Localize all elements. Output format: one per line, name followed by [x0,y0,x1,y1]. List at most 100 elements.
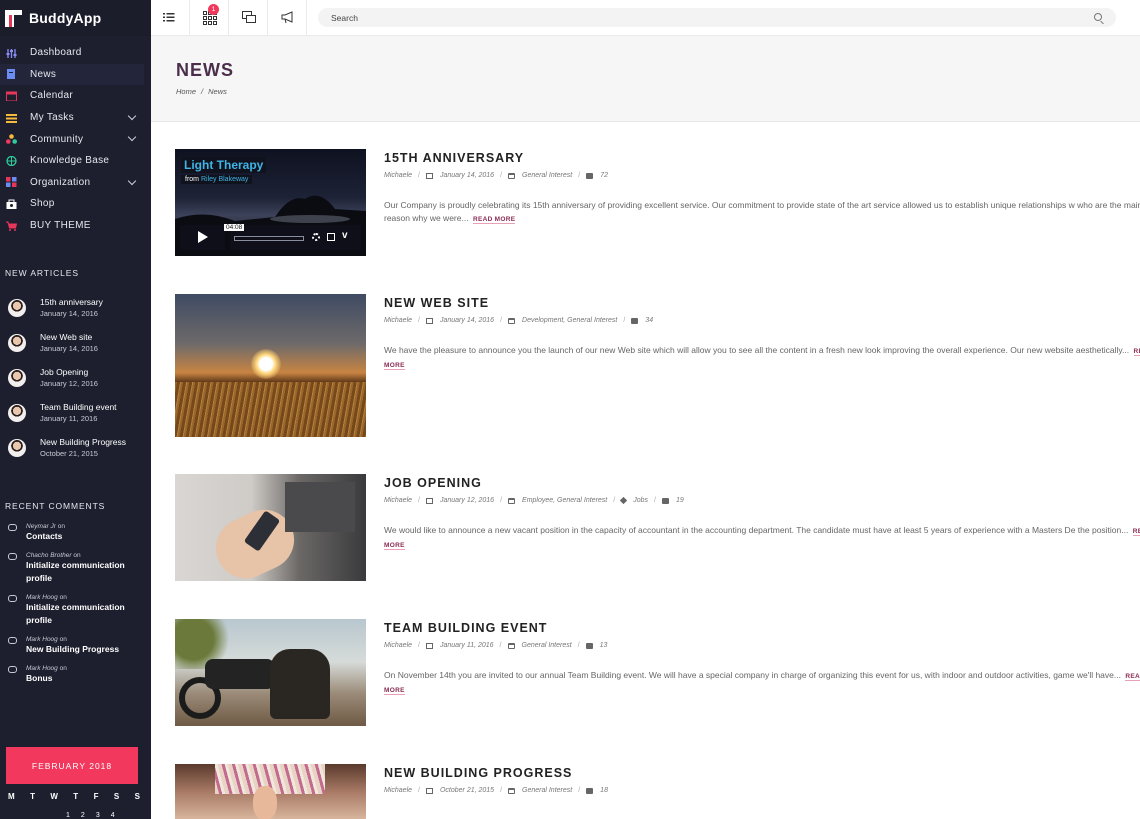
calendar-day[interactable]: 1 [66,812,70,819]
comment-post-link[interactable]: Initialize communication profile [26,559,151,585]
new-article-item[interactable]: Job Opening January 12, 2016 [0,360,151,395]
calendar-day[interactable]: 2 [81,812,85,819]
sidebar-item-dashboard[interactable]: Dashboard [0,42,151,64]
post-categories[interactable]: General Interest [522,172,572,179]
calendar-days: 1 2 3 4 [66,812,115,819]
sidebar-item-knowledge-base[interactable]: Knowledge Base [0,150,151,172]
recent-comment-item: Chacho Brother on Initialize communicatio… [0,552,151,585]
video-author[interactable]: Riley Blakeway [201,176,248,183]
article-title[interactable]: New Building Progress [40,437,126,448]
post-thumbnail[interactable] [175,294,366,437]
sidebar-item-community[interactable]: Community [0,128,151,150]
folder-icon [508,787,516,794]
article-date: January 14, 2016 [40,343,98,353]
calendar-day[interactable]: 4 [111,812,115,819]
new-article-item[interactable]: New Building Progress October 21, 2015 [0,430,151,465]
app-name: BuddyApp [29,10,102,26]
post-title[interactable]: 15TH ANNIVERSARY [384,151,1140,165]
search-icon[interactable] [1094,13,1102,21]
post-title[interactable]: JOB OPENING [384,476,1140,490]
comment-post-link[interactable]: New Building Progress [26,643,151,656]
post-comment-count[interactable]: 13 [600,642,608,649]
article-title[interactable]: Job Opening [40,367,98,378]
video-player[interactable]: Light Therapy from Riley Blakeway 04:08 … [175,149,366,256]
comment-author[interactable]: Mark Hoog [26,636,58,643]
calendar-weekdays: MTWTFSS [8,792,140,801]
chevron-down-icon[interactable] [127,176,137,185]
post-title[interactable]: NEW BUILDING PROGRESS [384,766,1140,780]
post-comment-count[interactable]: 19 [676,497,684,504]
comment-bubble-icon [8,637,17,645]
post-author[interactable]: Michaele [384,317,412,324]
calendar-day[interactable]: 3 [96,812,100,819]
sidebar-item-organization[interactable]: Organization [0,172,151,194]
post-categories[interactable]: Employee, General Interest [522,497,607,504]
post-author[interactable]: Michaele [384,642,412,649]
post-thumbnail[interactable] [175,474,366,581]
read-more-link[interactable]: READ MORE [472,216,516,224]
comment-author[interactable]: Mark Hoog [26,594,58,601]
play-button[interactable] [180,225,225,250]
brand[interactable]: BuddyApp [0,0,151,36]
post-comment-count[interactable]: 34 [645,317,653,324]
comment-post-link[interactable]: Initialize communication profile [26,601,151,627]
new-article-item[interactable]: New Web site January 14, 2016 [0,325,151,360]
sidebar-item-label: Organization [30,176,91,188]
comment-author[interactable]: Mark Hoog [26,665,58,672]
comment-post-link[interactable]: Contacts [26,530,151,543]
post-categories[interactable]: Development, General Interest [522,317,617,324]
post-meta: Michaele / January 12, 2016 / Employee, … [384,496,684,505]
video-progress-bar[interactable] [234,236,304,241]
calendar-month-button[interactable]: FEBRUARY 2018 [6,747,138,784]
new-article-item[interactable]: 15th anniversary January 14, 2016 [0,290,151,325]
sidebar-item-calendar[interactable]: Calendar [0,85,151,107]
comment-on: on [59,594,67,602]
post-author[interactable]: Michaele [384,497,412,504]
article-title[interactable]: 15th anniversary [40,297,103,308]
new-article-item[interactable]: Team Building event January 11, 2016 [0,395,151,430]
comment-author[interactable]: Neymar Jr [26,523,56,530]
post-author[interactable]: Michaele [384,172,412,179]
video-byline: from Riley Blakeway [181,175,253,184]
gear-icon[interactable] [312,233,320,241]
chevron-down-icon[interactable] [127,133,137,142]
post-meta: Michaele / January 14, 2016 / General In… [384,172,608,179]
post-body: 15TH ANNIVERSARY Michaele / January 14, … [384,149,1140,226]
post-title[interactable]: NEW WEB SITE [384,296,1140,310]
sidebar-item-news[interactable]: News [0,63,144,86]
article-title[interactable]: Team Building event [40,402,117,413]
post-tags[interactable]: Jobs [633,497,648,504]
post-categories[interactable]: General Interest [522,787,572,794]
vimeo-icon[interactable]: v [342,230,348,241]
video-title[interactable]: Light Therapy [181,157,267,173]
menu-toggle-button[interactable] [151,0,190,36]
breadcrumb-home[interactable]: Home [176,87,196,96]
apps-button[interactable]: 1 [190,0,229,36]
post-thumbnail[interactable] [175,619,366,726]
sidebar-item-buy-theme[interactable]: BUY THEME [0,215,151,237]
comment-post-link[interactable]: Bonus [26,672,151,685]
post-title[interactable]: TEAM BUILDING EVENT [384,621,1140,635]
comment-author[interactable]: Chacho Brother [26,552,72,559]
sidebar-item-label: News [30,68,57,80]
article-title[interactable]: New Web site [40,332,98,343]
sidebar-item-shop[interactable]: Shop [0,193,151,215]
messages-button[interactable] [229,0,268,36]
post-body: NEW BUILDING PROGRESS Michaele / October… [384,764,1140,794]
search-input[interactable] [318,8,1116,28]
post-comment-count[interactable]: 18 [600,787,608,794]
sidebar-item-my-tasks[interactable]: My Tasks [0,107,151,129]
post-thumbnail[interactable] [175,764,366,819]
sidebar-item-label: Knowledge Base [30,155,110,167]
post-comment-count[interactable]: 72 [600,172,608,179]
announcements-button[interactable] [268,0,307,36]
new-articles-list: 15th anniversary January 14, 2016 New Web … [0,290,151,465]
comment-on: on [59,665,67,673]
post-categories[interactable]: General Interest [522,642,572,649]
fullscreen-icon[interactable] [327,233,335,241]
comment-bubble-icon [8,524,17,532]
chevron-down-icon[interactable] [127,111,137,121]
sidebar: BuddyApp Dashboard News Calendar My Tasks Co… [0,0,151,819]
post-author[interactable]: Michaele [384,787,412,794]
play-icon [198,231,208,243]
